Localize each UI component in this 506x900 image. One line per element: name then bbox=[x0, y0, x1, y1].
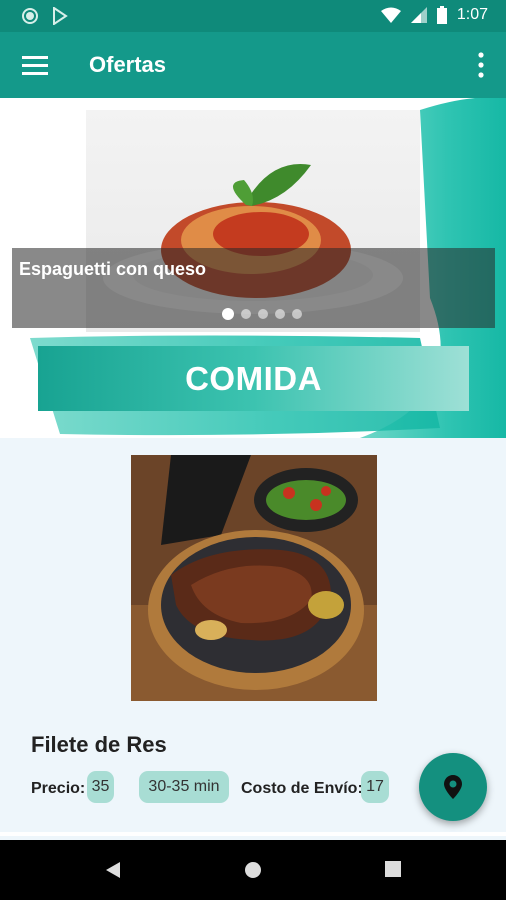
shipping-value: 17 bbox=[361, 771, 389, 803]
steak-illustration bbox=[131, 455, 377, 701]
location-pin-icon bbox=[444, 775, 462, 799]
carousel-indicators bbox=[222, 308, 302, 320]
more-options-icon[interactable] bbox=[476, 52, 486, 78]
delivery-time: 30-35 min bbox=[139, 771, 229, 803]
recent-apps-icon[interactable] bbox=[385, 861, 401, 877]
card-divider bbox=[0, 832, 506, 836]
menu-icon[interactable] bbox=[22, 53, 48, 77]
category-label: COMIDA bbox=[185, 359, 322, 397]
status-time: 1:07 bbox=[456, 6, 488, 23]
category-banner[interactable]: COMIDA bbox=[38, 346, 469, 411]
play-store-icon bbox=[53, 7, 68, 25]
home-icon[interactable] bbox=[244, 861, 262, 879]
item-name: Filete de Res bbox=[31, 732, 167, 757]
steak-image[interactable] bbox=[131, 455, 377, 701]
system-nav-bar bbox=[0, 840, 506, 900]
carousel-dot[interactable] bbox=[275, 309, 285, 319]
carousel-caption: Espaguetti con queso bbox=[19, 259, 207, 279]
notification-circle-icon bbox=[22, 8, 38, 24]
back-icon[interactable] bbox=[104, 861, 122, 879]
price-label: Precio: bbox=[31, 780, 86, 797]
shipping-label: Costo de Envío: bbox=[241, 780, 363, 797]
carousel-dot[interactable] bbox=[258, 309, 268, 319]
page-title: Ofertas bbox=[89, 52, 167, 77]
wifi-icon bbox=[380, 7, 401, 23]
carousel-dot[interactable] bbox=[292, 309, 302, 319]
status-bar: 1:07 bbox=[0, 0, 506, 32]
carousel-dot[interactable] bbox=[241, 309, 251, 319]
item-info-row: Precio: 35 30-35 min Costo de Envío: 17 bbox=[31, 771, 411, 805]
hero-section: Espaguetti con queso COMIDA bbox=[0, 98, 506, 438]
location-fab[interactable] bbox=[419, 753, 487, 821]
signal-icon bbox=[410, 7, 427, 23]
battery-icon bbox=[436, 6, 447, 24]
price-value: 35 bbox=[87, 771, 114, 803]
app-bar: Ofertas bbox=[0, 32, 506, 98]
carousel-dot[interactable] bbox=[222, 308, 234, 320]
